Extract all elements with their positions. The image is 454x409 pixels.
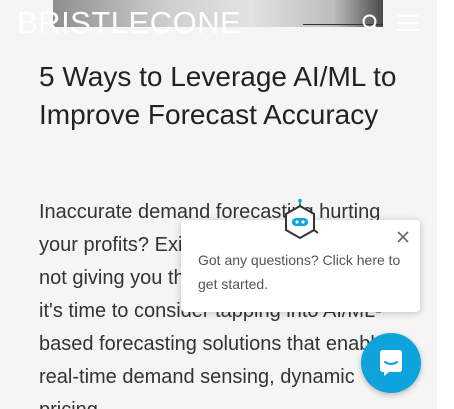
chat-greeting-message[interactable]: Got any questions? Click here to get sta…	[198, 248, 408, 296]
hamburger-menu-icon[interactable]	[397, 15, 419, 31]
chatbot-icon	[285, 198, 319, 240]
article-title: 5 Ways to Leverage AI/ML to Improve Fore…	[39, 61, 397, 130]
search-icon[interactable]	[362, 14, 380, 32]
chat-bubble-icon	[380, 350, 402, 376]
right-gutter	[437, 0, 454, 409]
close-icon[interactable]	[395, 229, 411, 245]
site-logo[interactable]: BRISTLECONE	[17, 5, 241, 41]
chat-launcher-button[interactable]	[361, 333, 421, 393]
